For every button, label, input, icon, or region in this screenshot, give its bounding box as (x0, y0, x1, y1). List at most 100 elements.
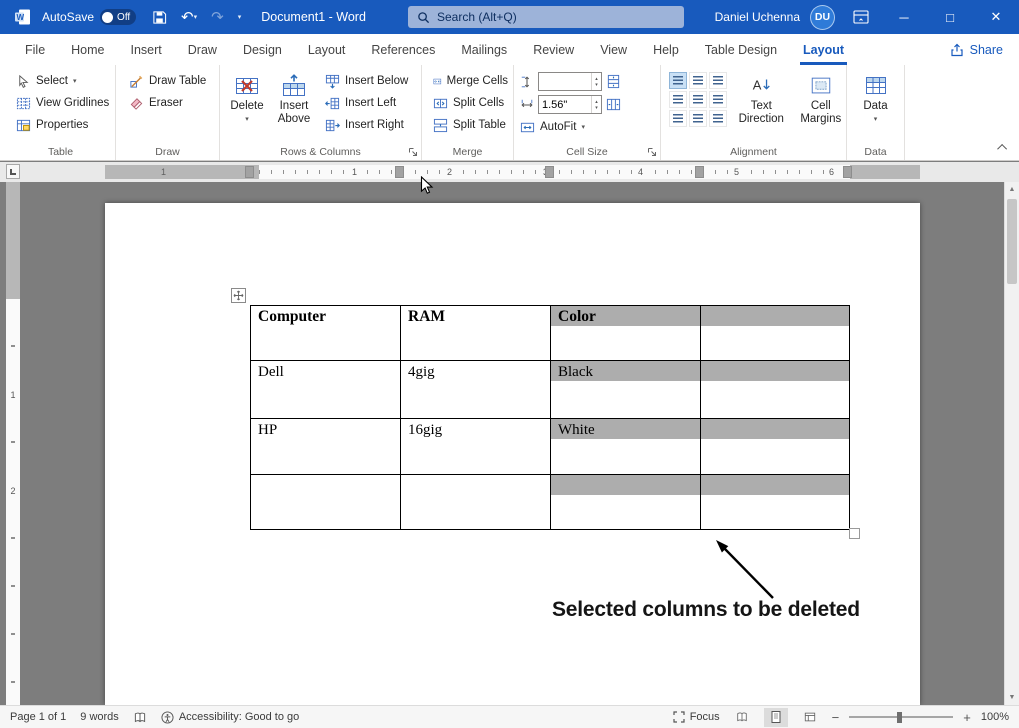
split-table-button[interactable]: Split Table (428, 114, 513, 136)
tab-table-design[interactable]: Table Design (692, 34, 790, 65)
insert-right-button[interactable]: Insert Right (320, 114, 413, 136)
insert-left-button[interactable]: Insert Left (320, 92, 413, 114)
tab-insert[interactable]: Insert (118, 34, 175, 65)
tab-mailings[interactable]: Mailings (448, 34, 520, 65)
table-cell[interactable] (401, 475, 551, 530)
print-layout-button[interactable] (764, 708, 788, 727)
read-mode-button[interactable] (730, 708, 754, 727)
close-button[interactable]: ✕ (973, 0, 1019, 34)
table-cell[interactable]: 16gig (401, 419, 551, 475)
user-name[interactable]: Daniel Uchenna (715, 10, 800, 24)
align-bottom-left-button[interactable] (669, 110, 687, 127)
table-cell[interactable]: 4gig (401, 361, 551, 419)
table-column-marker[interactable] (695, 166, 704, 178)
tab-file[interactable]: File (12, 34, 58, 65)
row-height-input[interactable] (539, 73, 591, 90)
zoom-in-button[interactable]: + (963, 710, 971, 725)
row-height-spin-arrows-icon[interactable]: ▴▾ (591, 73, 601, 90)
tab-table-layout-active[interactable]: Layout (790, 34, 857, 65)
table-column-marker[interactable] (545, 166, 554, 178)
table-cell-selected[interactable] (701, 361, 850, 419)
align-top-right-button[interactable] (709, 72, 727, 89)
distribute-rows-icon[interactable] (606, 74, 621, 89)
table-column-marker[interactable] (843, 166, 852, 178)
table-cell[interactable]: Dell (251, 361, 401, 419)
quick-access-chevron-icon[interactable]: ▾ (238, 13, 242, 21)
tab-stop-selector[interactable] (6, 164, 20, 179)
align-center-left-button[interactable] (669, 91, 687, 108)
table-cell-selected[interactable] (701, 306, 850, 361)
table-cell-selected[interactable]: Color (551, 306, 701, 361)
table-cell[interactable]: Computer (251, 306, 401, 361)
split-cells-button[interactable]: Split Cells (428, 92, 513, 114)
tab-design[interactable]: Design (230, 34, 295, 65)
table-cell[interactable]: RAM (401, 306, 551, 361)
tab-home[interactable]: Home (58, 34, 117, 65)
autosave-toggle[interactable]: Off (100, 9, 136, 25)
column-width-spinner[interactable]: ▴▾ (538, 95, 602, 114)
scrollbar-thumb[interactable] (1007, 199, 1017, 284)
scroll-up-icon[interactable]: ▲ (1005, 182, 1019, 197)
align-bottom-center-button[interactable] (689, 110, 707, 127)
table-cell[interactable] (251, 475, 401, 530)
table-cell-selected[interactable] (701, 419, 850, 475)
select-button[interactable]: Select▾ (11, 70, 115, 92)
eraser-button[interactable]: Eraser (124, 92, 219, 114)
minimize-button[interactable]: ─ (881, 0, 927, 34)
properties-button[interactable]: Properties (11, 114, 115, 136)
vertical-scrollbar[interactable]: ▲ ▼ (1004, 182, 1019, 705)
align-center-right-button[interactable] (709, 91, 727, 108)
scroll-down-icon[interactable]: ▼ (1005, 690, 1019, 705)
align-bottom-right-button[interactable] (709, 110, 727, 127)
zoom-out-button[interactable]: − (832, 710, 840, 725)
document-table[interactable]: Computer RAM Color Dell 4gig Black HP 16… (250, 305, 850, 530)
vertical-ruler[interactable]: 1 2 (6, 182, 20, 705)
zoom-slider[interactable] (849, 710, 953, 724)
column-width-spin-arrows-icon[interactable]: ▴▾ (591, 96, 601, 113)
align-top-center-button[interactable] (689, 72, 707, 89)
share-button[interactable]: Share (950, 34, 1003, 65)
zoom-slider-thumb[interactable] (897, 712, 902, 723)
document-page[interactable]: Computer RAM Color Dell 4gig Black HP 16… (105, 203, 920, 705)
tab-view[interactable]: View (587, 34, 640, 65)
ribbon-display-options-icon[interactable] (853, 10, 869, 24)
horizontal-ruler[interactable]: 1 1 2 3 4 5 6 (105, 165, 920, 179)
tab-layout[interactable]: Layout (295, 34, 359, 65)
draw-table-button[interactable]: Draw Table (124, 70, 219, 92)
table-cell[interactable]: HP (251, 419, 401, 475)
focus-button[interactable]: Focus (673, 711, 720, 723)
zoom-level[interactable]: 100% (981, 711, 1009, 723)
avatar[interactable]: DU (810, 5, 835, 30)
table-cell-selected[interactable] (551, 475, 701, 530)
table-move-handle[interactable] (231, 288, 246, 303)
word-count[interactable]: 9 words (80, 711, 119, 723)
redo-icon[interactable]: ↷ (211, 10, 224, 25)
align-top-left-button[interactable] (669, 72, 687, 89)
autofit-button[interactable]: AutoFit▾ (520, 116, 660, 138)
undo-button[interactable]: ↶ ▾ (181, 10, 197, 25)
save-icon[interactable] (152, 10, 167, 25)
table-cell-selected[interactable] (701, 475, 850, 530)
accessibility-status[interactable]: Accessibility: Good to go (161, 711, 299, 724)
row-height-spinner[interactable]: ▴▾ (538, 72, 602, 91)
search-input[interactable]: Search (Alt+Q) (408, 6, 684, 28)
insert-below-button[interactable]: Insert Below (320, 70, 413, 92)
tab-review[interactable]: Review (520, 34, 587, 65)
tab-references[interactable]: References (358, 34, 448, 65)
page-indicator[interactable]: Page 1 of 1 (10, 711, 66, 723)
table-cell-selected[interactable]: Black (551, 361, 701, 419)
distribute-columns-icon[interactable] (606, 97, 621, 112)
cell-size-dialog-launcher[interactable] (647, 147, 657, 157)
table-column-marker[interactable] (245, 166, 254, 178)
rows-columns-dialog-launcher[interactable] (408, 147, 418, 157)
align-center-button[interactable] (689, 91, 707, 108)
tab-draw[interactable]: Draw (175, 34, 230, 65)
web-layout-button[interactable] (798, 708, 822, 727)
tab-help[interactable]: Help (640, 34, 692, 65)
table-column-marker[interactable] (395, 166, 404, 178)
table-resize-handle[interactable] (849, 528, 860, 539)
proofing-button[interactable] (133, 711, 147, 724)
merge-cells-button[interactable]: Merge Cells (428, 70, 513, 92)
column-width-input[interactable] (539, 96, 591, 113)
maximize-button[interactable]: □ (927, 0, 973, 34)
